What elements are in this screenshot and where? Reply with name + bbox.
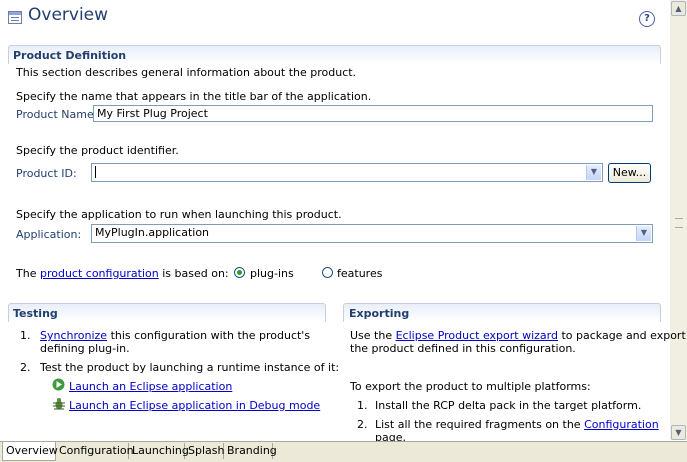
exporting-item2-number: 2. <box>357 418 368 431</box>
config-prefix: The <box>16 267 37 280</box>
tab-launching[interactable]: Launching <box>129 443 189 459</box>
testing-item1-text: this configuration with the product's <box>110 329 311 342</box>
exporting-item1: Install the RCP delta pack in the target… <box>375 399 642 412</box>
testing-item2-text: Test the product by launching a runtime … <box>40 361 340 374</box>
exporting-multi-platform: To export the product to multiple platfo… <box>350 380 591 393</box>
exporting-line2: the product defined in this configuratio… <box>350 342 576 355</box>
product-name-label: Product Name: <box>16 108 98 121</box>
launch-application-link[interactable]: Launch an Eclipse application <box>69 380 232 393</box>
configuration-page-link[interactable]: Configuration <box>584 418 659 431</box>
testing-title: Testing <box>13 307 58 320</box>
product-name-hint: Specify the name that appears in the tit… <box>16 90 372 103</box>
launch-debug-link[interactable]: Launch an Eclipse application in Debug m… <box>69 399 320 412</box>
tab-branding[interactable]: Branding <box>224 443 277 459</box>
product-name-input[interactable]: My First Plug Project <box>93 105 653 122</box>
tab-splash[interactable]: Splash <box>185 443 224 459</box>
run-icon <box>52 378 65 391</box>
plugins-radio[interactable] <box>234 267 245 278</box>
product-id-label: Product ID: <box>16 167 77 180</box>
tab-configuration[interactable]: Configuration <box>56 443 134 459</box>
application-value: MyPlugIn.application <box>95 226 210 239</box>
exporting-item2-prefix: List all the required fragments on the <box>375 418 581 431</box>
exporting-line1-suffix: to package and export <box>561 329 686 342</box>
product-id-hint: Specify the product identifier. <box>16 144 179 157</box>
testing-item1-number: 1. <box>20 329 31 342</box>
application-combo[interactable]: MyPlugIn.application ▼ <box>91 224 653 243</box>
page-title: Overview <box>28 5 109 25</box>
product-definition-title: Product Definition <box>13 49 127 62</box>
overview-page-icon <box>8 11 22 24</box>
application-hint: Specify the application to run when laun… <box>16 208 342 221</box>
testing-item1: Synchronize this configuration with the … <box>40 329 310 342</box>
synchronize-link[interactable]: Synchronize <box>40 329 107 342</box>
product-id-dropdown-icon[interactable]: ▼ <box>586 165 601 180</box>
product-definition-description: This section describes general informati… <box>16 66 357 79</box>
plugins-radio-label[interactable]: plug-ins <box>250 267 294 280</box>
product-id-combo[interactable]: ▼ <box>91 163 603 182</box>
application-dropdown-icon[interactable]: ▼ <box>636 226 651 241</box>
tab-overview[interactable]: Overview <box>2 442 58 461</box>
radio-selected-dot <box>237 270 242 275</box>
features-radio-label[interactable]: features <box>337 267 382 280</box>
help-icon[interactable]: ? <box>639 11 655 27</box>
scroll-up-arrow-icon[interactable]: ▲ <box>671 1 686 16</box>
testing-item1-text-line2: defining plug-in. <box>40 342 130 355</box>
text-cursor <box>95 166 96 178</box>
export-wizard-link[interactable]: Eclipse Product export wizard <box>396 329 558 342</box>
config-basis-line: The product configuration is based on: <box>16 267 229 280</box>
exporting-line1: Use the Eclipse Product export wizard to… <box>350 329 686 342</box>
features-radio[interactable] <box>322 267 333 278</box>
application-label: Application: <box>16 228 82 241</box>
debug-bug-icon <box>53 398 65 410</box>
product-configuration-link[interactable]: product configuration <box>40 267 159 280</box>
scrollbar-grip[interactable] <box>675 218 683 228</box>
config-suffix: is based on: <box>162 267 229 280</box>
exporting-line1-prefix: Use the <box>350 329 393 342</box>
new-product-id-button[interactable]: New... <box>608 163 651 183</box>
exporting-item1-number: 1. <box>357 399 368 412</box>
testing-item2-number: 2. <box>20 361 31 374</box>
exporting-title: Exporting <box>349 307 410 320</box>
